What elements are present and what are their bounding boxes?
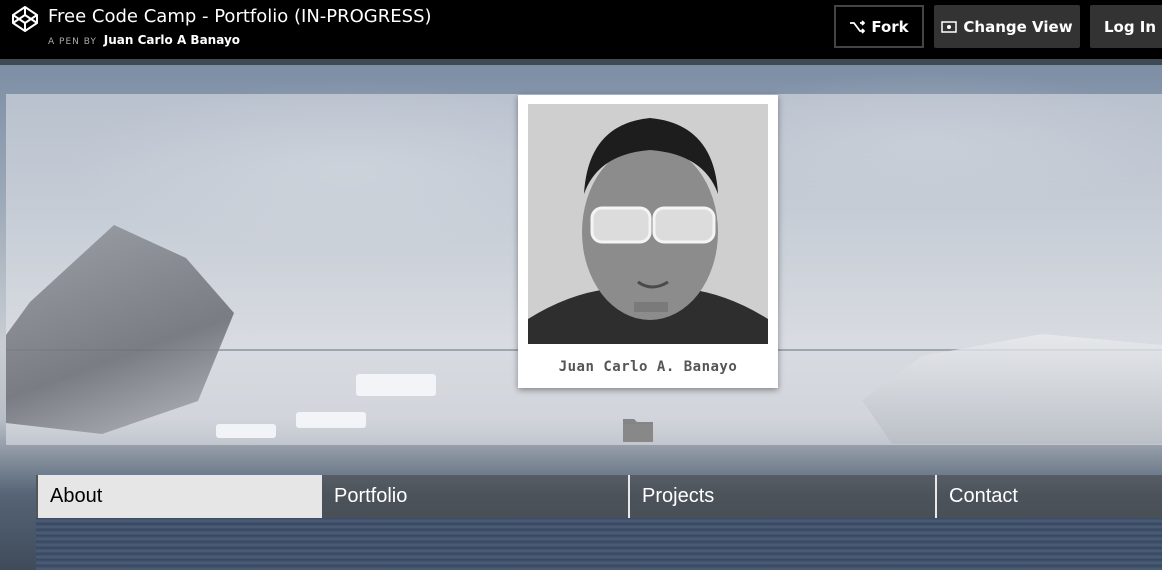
nav-label: About [50,485,103,507]
profile-photo [528,104,768,344]
profile-name: Juan Carlo A. Banayo [558,359,738,375]
nav-label: Portfolio [334,485,408,507]
pen-byline: A PEN BY Juan Carlo A Banayo [48,33,240,47]
author-link[interactable]: Juan Carlo A Banayo [104,33,240,47]
login-label: Log In [1103,17,1157,36]
ice-floe [356,374,436,396]
byline-prefix: A PEN BY [48,37,97,47]
codepen-logo-icon[interactable] [10,4,40,34]
change-view-button[interactable]: Change View [934,5,1080,48]
iceberg-left [6,225,234,434]
nav-label: Contact [949,485,1018,507]
portfolio-page: Juan Carlo A. Banayo About Portfolio Pro… [0,65,1162,570]
fork-label: Fork [871,17,909,36]
nav-item-about[interactable]: About [36,475,322,518]
fork-icon [850,19,866,34]
fork-button[interactable]: Fork [834,5,924,48]
change-view-label: Change View [963,17,1073,36]
nav-item-projects[interactable]: Projects [628,475,935,518]
pen-title: Free Code Camp - Portfolio (IN-PROGRESS) [48,6,432,27]
eye-icon [941,20,958,33]
main-nav: About Portfolio Projects Contact [36,475,1162,518]
nav-label: Projects [642,485,715,507]
profile-portrait-illustration [528,104,768,344]
ocean-background [36,518,1162,570]
folder-icon[interactable] [622,415,654,443]
codepen-header: Free Code Camp - Portfolio (IN-PROGRESS)… [0,0,1162,59]
nav-item-contact[interactable]: Contact [935,475,1162,518]
ice-floe [296,412,366,428]
nav-item-portfolio[interactable]: Portfolio [322,475,628,518]
ice-floe [216,424,276,438]
profile-polaroid: Juan Carlo A. Banayo [518,95,778,388]
login-button[interactable]: Log In [1090,5,1162,48]
